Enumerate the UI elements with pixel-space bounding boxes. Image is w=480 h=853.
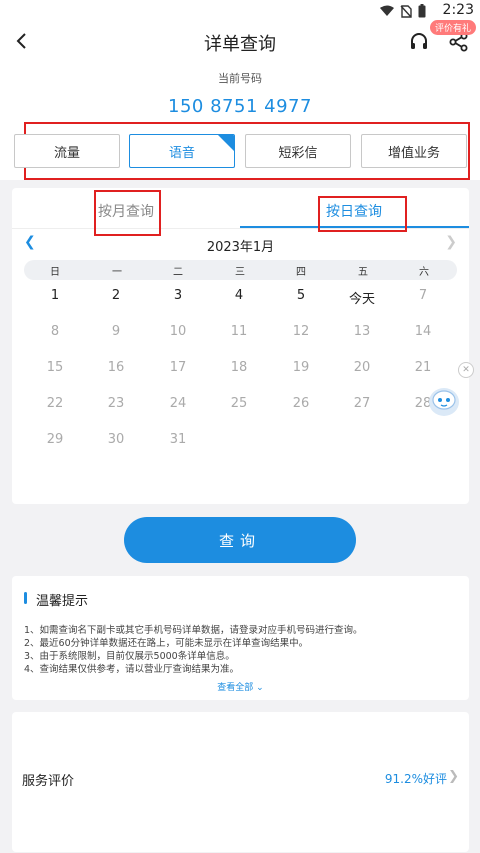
battery-icon [418, 4, 426, 18]
weekday-label: 四 [296, 267, 306, 278]
calendar-day: 31 [169, 432, 187, 447]
wifi-icon [380, 5, 394, 16]
rating-card[interactable]: 服务评价 91.2%好评 ❯ [12, 712, 469, 852]
tab-label: 短彩信 [278, 145, 318, 161]
weekday-label: 六 [419, 267, 429, 278]
status-bar: 2:23 [0, 0, 480, 22]
month-nav: ❮ 2023年1月 ❯ [12, 232, 469, 256]
tip-item: 1、如需查询名下副卡或其它手机号码详单数据，请登录对应手机号码进行查询。 [24, 625, 363, 636]
calendar-day: 8 [50, 324, 60, 339]
calendar-day: 25 [230, 396, 248, 411]
phone-number: 150 8751 4977 [168, 96, 312, 117]
weekday-label: 日 [50, 267, 60, 278]
weekday-label: 五 [358, 267, 368, 278]
tip-item: 2、最近60分钟详单数据还在路上，可能未显示在详单查询结果中。 [24, 638, 309, 649]
rating-value: 91.2%好评 [384, 772, 447, 786]
status-time: 2:23 [442, 2, 474, 18]
tab-label: 语音 [168, 145, 195, 161]
tab-voice[interactable]: 语音 [129, 134, 235, 168]
calendar-day[interactable]: 4 [219, 288, 259, 303]
weekday-label: 二 [173, 267, 183, 278]
rating-label: 服务评价 [22, 774, 75, 789]
weekday-bar: 日 一 二 三 四 五 六 [24, 260, 457, 280]
tab-value-added[interactable]: 增值业务 [361, 134, 467, 168]
calendar-day: 7 [418, 288, 428, 303]
assistant-robot-icon[interactable] [424, 380, 464, 420]
headset-icon[interactable] [408, 31, 430, 53]
tab-label: 流量 [53, 145, 80, 161]
calendar-card: 按月查询 按日查询 ❮ 2023年1月 ❯ 日 一 二 三 四 五 六 1234… [12, 188, 469, 504]
view-all-label: 查看全部 [217, 683, 254, 693]
calendar-day: 16 [107, 360, 125, 375]
view-all-link[interactable]: 查看全部 ⌄ [12, 680, 469, 693]
top-header: 详单查询 [0, 22, 480, 62]
status-icons [380, 4, 426, 18]
weekday-label: 三 [235, 267, 245, 278]
tip-item: 3、由于系统限制，目前仅展示5000条详单信息。 [24, 651, 235, 662]
tips-title: 温馨提示 [36, 594, 89, 609]
tips-card: 温馨提示 1、如需查询名下副卡或其它手机号码详单数据，请登录对应手机号码进行查询… [12, 576, 469, 700]
calendar-day: 24 [169, 396, 187, 411]
month-title: 2023年1月 [206, 240, 275, 255]
calendar-day: 22 [46, 396, 64, 411]
calendar-day: 9 [111, 324, 121, 339]
number-section: 当前号码 150 8751 4977 流量 语音 短彩信 增值业务 [0, 62, 480, 180]
tips-accent-bar [24, 592, 27, 604]
tip-item: 4、查询结果仅供参考，请以营业厅查询结果为准。 [24, 664, 240, 675]
calendar-day: 19 [292, 360, 310, 375]
chevron-right-icon: ❯ [448, 769, 459, 784]
calendar-day: 18 [230, 360, 248, 375]
calendar-day-today[interactable]: 今天 [342, 288, 382, 307]
promo-badge[interactable]: 评价有礼 [429, 20, 476, 35]
calendar-day: 23 [107, 396, 125, 411]
calendar-day[interactable]: 2 [96, 288, 136, 303]
calendar-day[interactable]: 5 [281, 288, 321, 303]
calendar-day: 12 [292, 324, 310, 339]
calendar-day: 13 [353, 324, 371, 339]
calendar-day: 15 [46, 360, 64, 375]
calendar-day: 26 [292, 396, 310, 411]
close-icon[interactable]: ✕ [458, 362, 474, 378]
calendar-day: 27 [353, 396, 371, 411]
next-month-icon[interactable]: ❯ [445, 234, 457, 250]
query-button[interactable]: 查询 [124, 517, 356, 563]
calendar-day: 10 [169, 324, 187, 339]
calendar-day[interactable]: 3 [158, 288, 198, 303]
weekday-label: 一 [112, 267, 122, 278]
calendar-day: 17 [169, 360, 187, 375]
tab-traffic[interactable]: 流量 [14, 134, 120, 168]
daily-annotation-box [318, 196, 407, 232]
calendar-day: 14 [414, 324, 432, 339]
tab-label: 增值业务 [387, 145, 440, 161]
monthly-annotation-box [94, 190, 161, 236]
selected-corner-icon [217, 135, 234, 152]
no-sim-icon [400, 4, 412, 18]
tab-sms-mms[interactable]: 短彩信 [245, 134, 351, 168]
calendar-day: 20 [353, 360, 371, 375]
calendar-day: 30 [107, 432, 125, 447]
calendar-day: 11 [230, 324, 248, 339]
calendar-day: 21 [414, 360, 432, 375]
chevron-down-icon: ⌄ [256, 683, 264, 693]
calendar-day: 29 [46, 432, 64, 447]
number-label: 当前号码 [218, 72, 262, 85]
calendar-day[interactable]: 1 [35, 288, 75, 303]
